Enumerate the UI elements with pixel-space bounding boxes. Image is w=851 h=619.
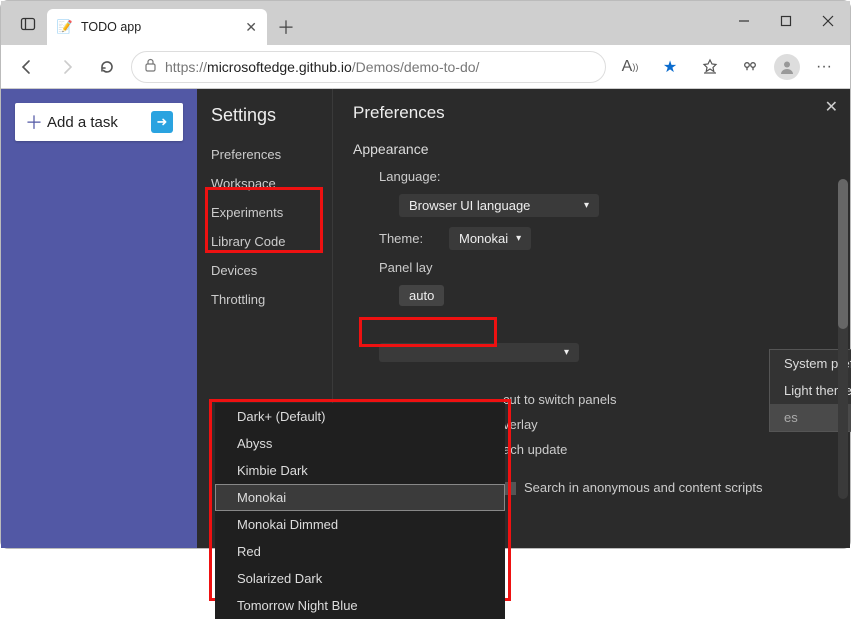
favorites-button[interactable] <box>694 51 726 83</box>
sidebar-item-experiments[interactable]: Experiments <box>197 198 332 227</box>
window-maximize-button[interactable] <box>770 5 802 37</box>
nav-forward-button[interactable] <box>51 51 83 83</box>
language-label: Language: <box>379 169 440 184</box>
browser-tab[interactable]: 📝 TODO app ✕ <box>47 9 267 45</box>
sidebar-item-workspace[interactable]: Workspace <box>197 169 332 198</box>
tab-actions-button[interactable] <box>11 7 45 41</box>
dark-theme-option[interactable]: Monokai Dimmed <box>215 511 505 538</box>
tab-favicon: 📝 <box>57 19 73 35</box>
url-input[interactable]: https://microsoftedge.github.io/Demos/de… <box>131 51 606 83</box>
option-search-anon[interactable]: Search in anonymous and content scripts <box>503 462 762 495</box>
sidebar-item-devices[interactable]: Devices <box>197 256 332 285</box>
plus-icon: ＋ <box>25 109 43 135</box>
settings-title: Settings <box>197 99 332 140</box>
submit-arrow-icon[interactable]: ➜ <box>151 111 173 133</box>
collections-button[interactable] <box>734 51 766 83</box>
page-content: ＋ Add a task ➜ Settings Preferences Work… <box>1 89 850 548</box>
read-aloud-button[interactable]: A)) <box>614 51 646 83</box>
address-bar: https://microsoftedge.github.io/Demos/de… <box>1 45 850 89</box>
preferences-heading: Preferences <box>353 103 830 123</box>
favorite-star-icon[interactable]: ★ <box>654 51 686 83</box>
sidebar-item-throttling[interactable]: Throttling <box>197 285 332 314</box>
option-overlay[interactable]: verlay <box>503 412 762 437</box>
dark-themes-menu: Dark+ (Default) Abyss Kimbie Dark Monoka… <box>215 403 505 619</box>
language-select[interactable]: Browser UI language ▾ <box>399 194 599 217</box>
window-close-button[interactable] <box>812 5 844 37</box>
panel-layout-label: Panel lay <box>379 260 439 275</box>
settings-close-icon[interactable]: ✕ <box>825 97 838 117</box>
window-minimize-button[interactable] <box>728 5 760 37</box>
profile-avatar[interactable] <box>774 54 800 80</box>
sidebar-item-preferences[interactable]: Preferences <box>197 140 332 169</box>
nav-back-button[interactable] <box>11 51 43 83</box>
dark-theme-option[interactable]: Solarized Dark <box>215 565 505 592</box>
sidebar-item-library-code[interactable]: Library Code <box>197 227 332 256</box>
dark-theme-option[interactable]: Dark+ (Default) <box>215 403 505 430</box>
url-text: https://microsoftedge.github.io/Demos/de… <box>165 59 479 75</box>
chevron-down-icon: ▾ <box>584 200 589 211</box>
option-shortcut[interactable]: cut to switch panels <box>503 387 762 412</box>
dark-theme-option-selected[interactable]: Monokai <box>215 484 505 511</box>
option-update[interactable]: ach update <box>503 437 762 462</box>
dark-theme-option[interactable]: Kimbie Dark <box>215 457 505 484</box>
theme-select[interactable]: Monokai ▾ <box>449 227 531 250</box>
panel-layout-value[interactable]: auto <box>399 285 444 306</box>
dark-theme-option[interactable]: Abyss <box>215 430 505 457</box>
dark-theme-option[interactable]: Red <box>215 538 505 565</box>
chevron-down-icon: ▾ <box>516 233 521 244</box>
nav-refresh-button[interactable] <box>91 51 123 83</box>
add-task-label: Add a task <box>47 114 151 131</box>
tab-close-icon[interactable]: ✕ <box>245 19 257 36</box>
dark-theme-option[interactable]: Tomorrow Night Blue <box>215 592 505 619</box>
scrollbar-thumb[interactable] <box>838 179 848 329</box>
site-lock-icon[interactable] <box>144 58 157 75</box>
new-tab-button[interactable]: ＋ <box>271 12 301 42</box>
color-format-select[interactable]: ▾ <box>379 343 579 362</box>
add-task-card[interactable]: ＋ Add a task ➜ <box>15 103 183 141</box>
theme-label: Theme: <box>379 231 439 246</box>
tab-title: TODO app <box>81 20 237 34</box>
appearance-heading: Appearance <box>353 141 830 157</box>
window-titlebar: 📝 TODO app ✕ ＋ <box>1 1 850 45</box>
more-menu-button[interactable]: ··· <box>808 51 840 83</box>
